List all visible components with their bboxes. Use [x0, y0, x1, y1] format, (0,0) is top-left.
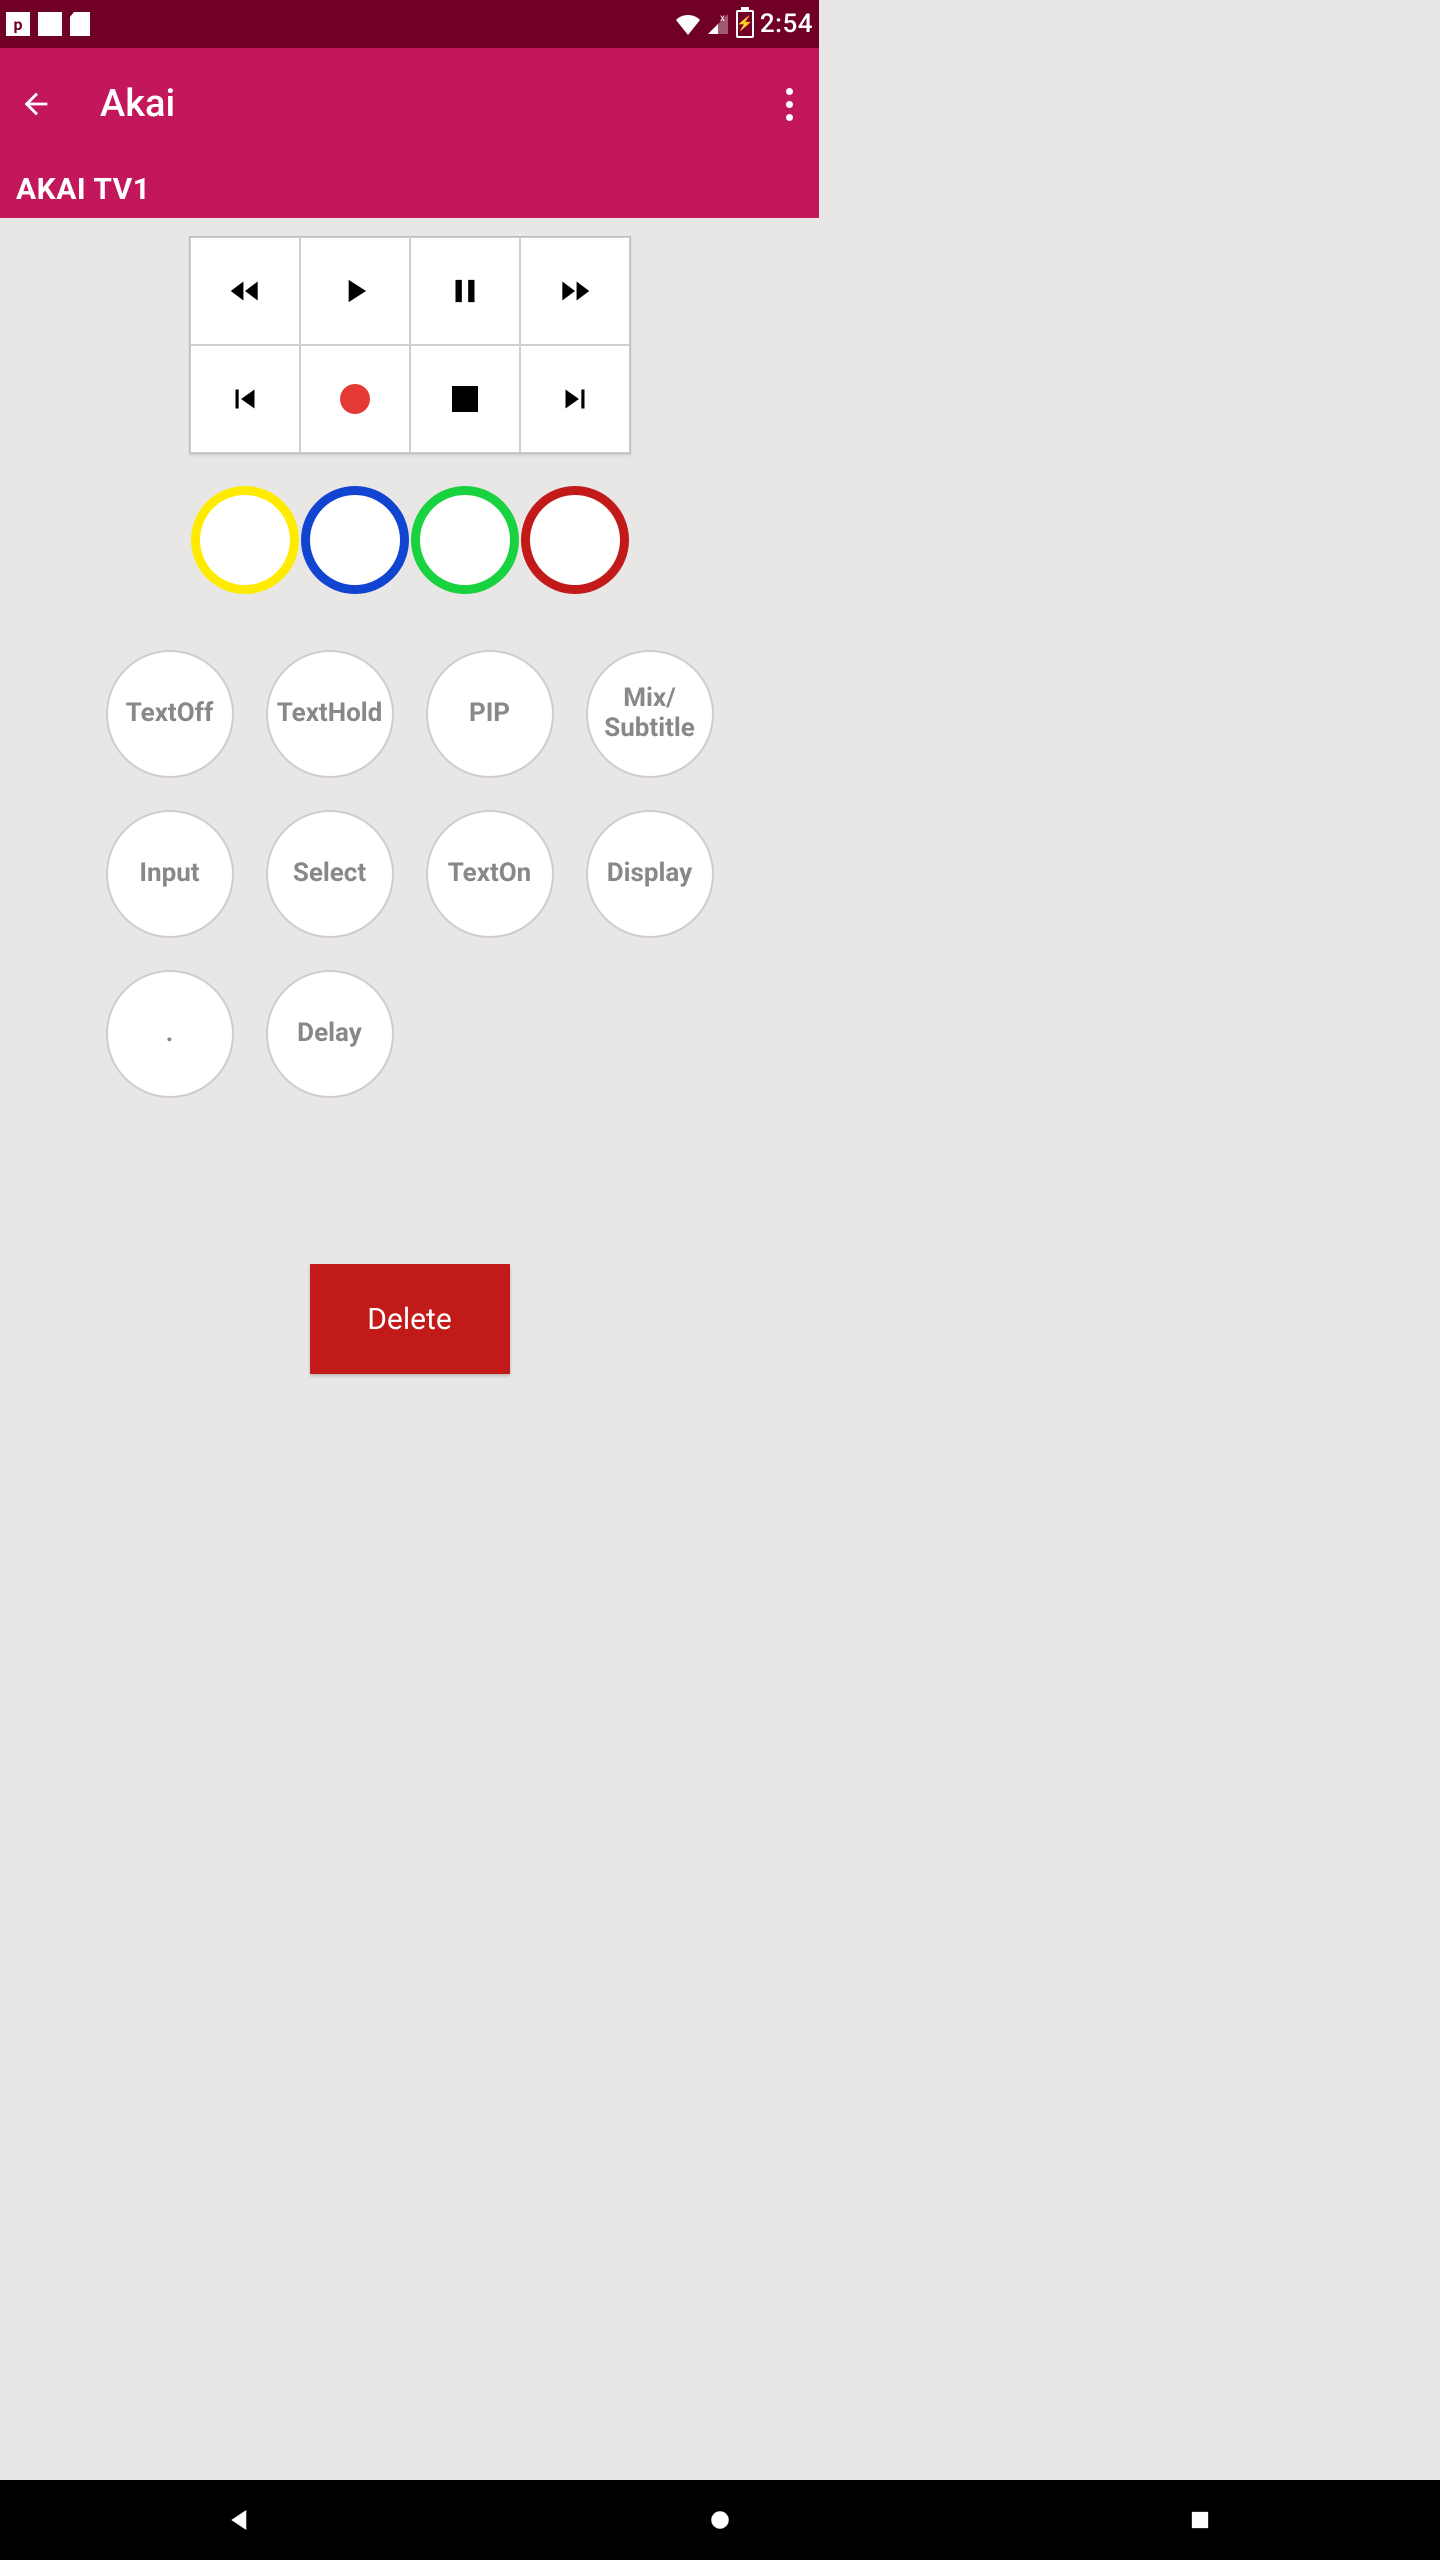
notification-icon-p: p [6, 12, 30, 36]
input-button[interactable]: Input [106, 810, 234, 938]
wifi-icon [676, 12, 700, 36]
app-title: Akai [100, 82, 175, 126]
delay-button[interactable]: Delay [266, 970, 394, 1098]
texton-button[interactable]: TextOn [426, 810, 554, 938]
dot-button[interactable]: . [106, 970, 234, 1098]
pause-button[interactable] [410, 237, 520, 345]
app-bar: Akai [0, 48, 819, 160]
battery-charging-icon: ⚡ [736, 10, 754, 38]
remote-content: TextOff TextHold PIP Mix/ Subtitle Input… [0, 218, 819, 1374]
record-button[interactable] [300, 345, 410, 453]
skip-next-button[interactable] [520, 345, 630, 453]
texthold-button[interactable]: TextHold [266, 650, 394, 778]
notification-icon-square [38, 12, 62, 36]
red-button[interactable] [521, 486, 629, 594]
tab-bar: AKAI TV1 [0, 160, 819, 218]
system-nav-bar [0, 2480, 1440, 2560]
nav-home-button[interactable] [690, 2490, 750, 2550]
nav-recent-button[interactable] [1170, 2490, 1230, 2550]
stop-icon [452, 386, 478, 412]
select-button[interactable]: Select [266, 810, 394, 938]
status-right: x ⚡ 2:54 [676, 9, 813, 39]
function-buttons: TextOff TextHold PIP Mix/ Subtitle Input… [90, 634, 730, 1114]
tab-akai-tv1[interactable]: AKAI TV1 [16, 172, 150, 207]
svg-text:x: x [720, 13, 725, 24]
media-controls [189, 236, 631, 454]
play-button[interactable] [300, 237, 410, 345]
skip-previous-button[interactable] [190, 345, 300, 453]
sd-card-icon [70, 12, 90, 36]
status-time: 2:54 [760, 9, 813, 39]
fast-forward-button[interactable] [520, 237, 630, 345]
blue-button[interactable] [301, 486, 409, 594]
nav-back-button[interactable] [210, 2490, 270, 2550]
textoff-button[interactable]: TextOff [106, 650, 234, 778]
mix-subtitle-button[interactable]: Mix/ Subtitle [586, 650, 714, 778]
pip-button[interactable]: PIP [426, 650, 554, 778]
yellow-button[interactable] [191, 486, 299, 594]
green-button[interactable] [411, 486, 519, 594]
overflow-menu-button[interactable] [778, 80, 801, 129]
status-bar: p x ⚡ 2:54 [0, 0, 819, 48]
rewind-button[interactable] [190, 237, 300, 345]
delete-button[interactable]: Delete [310, 1264, 510, 1374]
status-left: p [6, 12, 90, 36]
record-icon [340, 384, 370, 414]
display-button[interactable]: Display [586, 810, 714, 938]
back-button[interactable] [18, 86, 54, 122]
cell-signal-icon: x [706, 12, 730, 36]
stop-button[interactable] [410, 345, 520, 453]
color-buttons-row [190, 486, 630, 594]
